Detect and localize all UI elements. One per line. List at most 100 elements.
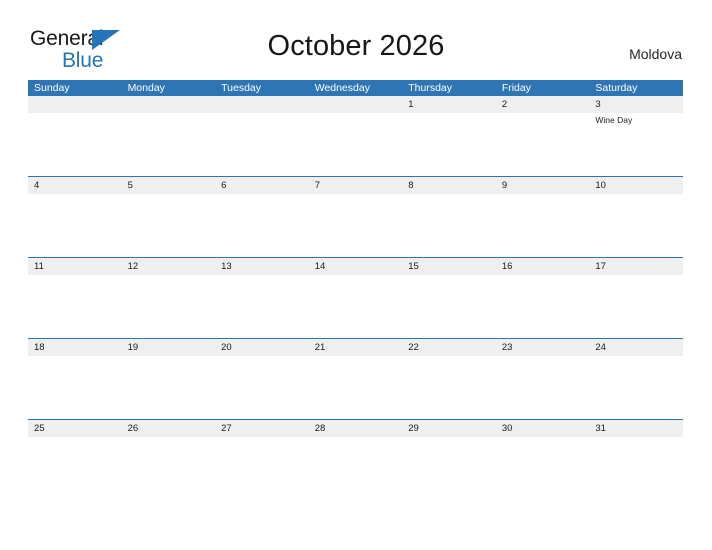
weekday-header-tuesday: Tuesday <box>221 82 262 94</box>
week-daynumber-band: 1 2 3 <box>28 96 683 113</box>
day-cell[interactable]: 31 <box>589 420 683 437</box>
day-events <box>122 356 216 418</box>
day-cell[interactable]: 13 <box>215 258 309 275</box>
week-events-band: Wine Day <box>28 113 683 175</box>
day-number: 9 <box>501 180 508 191</box>
day-cell[interactable]: 7 <box>309 177 403 194</box>
day-events <box>496 437 590 499</box>
day-cell[interactable] <box>309 96 403 113</box>
day-events <box>122 275 216 337</box>
week-daynumber-band: 25 26 27 28 29 30 31 <box>28 420 683 437</box>
day-cell[interactable]: 28 <box>309 420 403 437</box>
day-number: 15 <box>408 261 419 272</box>
day-number: 20 <box>221 342 232 353</box>
day-number: 7 <box>314 180 320 191</box>
day-cell[interactable]: 20 <box>215 339 309 356</box>
day-events <box>122 437 216 499</box>
day-cell[interactable]: 16 <box>496 258 590 275</box>
weekday-header-sunday: Sunday <box>34 82 70 94</box>
day-cell[interactable]: 10 <box>589 177 683 194</box>
day-number: 22 <box>408 342 419 353</box>
weekday-header-saturday: Saturday <box>595 82 638 94</box>
day-number: 4 <box>34 180 40 191</box>
day-cell[interactable]: 11 <box>28 258 122 275</box>
day-events <box>215 437 309 499</box>
weekday-header-row: Sunday Monday Tuesday Wednesday Thursday… <box>28 80 683 96</box>
weekday-header-friday: Friday <box>501 82 531 94</box>
day-number: 6 <box>221 180 227 191</box>
week-row: 11 12 13 14 15 16 17 <box>28 258 683 339</box>
week-row: 18 19 20 21 22 23 24 <box>28 339 683 420</box>
weekday-header-wednesday: Wednesday <box>314 82 370 94</box>
day-cell[interactable]: 6 <box>215 177 309 194</box>
day-cell[interactable]: 1 <box>402 96 496 113</box>
day-events <box>309 113 403 175</box>
day-number: 28 <box>314 423 326 434</box>
day-cell[interactable]: 5 <box>122 177 216 194</box>
week-events-band <box>28 275 683 337</box>
day-number: 13 <box>221 261 232 272</box>
day-cell[interactable]: 17 <box>589 258 683 275</box>
day-events <box>28 194 122 256</box>
day-cell[interactable]: 30 <box>496 420 590 437</box>
day-cell[interactable]: 14 <box>309 258 403 275</box>
day-cell[interactable]: 15 <box>402 258 496 275</box>
day-cell[interactable]: 9 <box>496 177 590 194</box>
day-events <box>402 437 496 499</box>
day-cell[interactable]: 26 <box>122 420 216 437</box>
day-number: 27 <box>221 423 232 434</box>
day-cell[interactable]: 21 <box>309 339 403 356</box>
day-cell[interactable]: 29 <box>402 420 496 437</box>
weekday-header-monday: Monday <box>127 82 165 94</box>
weekday-header-thursday: Thursday <box>408 82 453 94</box>
day-number: 23 <box>501 342 513 353</box>
day-number: 2 <box>501 99 508 110</box>
day-events <box>122 194 216 256</box>
day-events <box>309 275 403 337</box>
day-cell[interactable]: 23 <box>496 339 590 356</box>
day-number: 5 <box>127 180 133 191</box>
day-events <box>28 356 122 418</box>
day-cell[interactable] <box>28 96 122 113</box>
day-number: 3 <box>595 99 601 110</box>
day-number: 25 <box>34 423 45 434</box>
week-row: 25 26 27 28 29 30 31 <box>28 420 683 501</box>
day-number: 29 <box>408 423 419 434</box>
day-cell[interactable]: 25 <box>28 420 122 437</box>
day-events <box>28 275 122 337</box>
day-cell[interactable]: 12 <box>122 258 216 275</box>
day-events <box>215 356 309 418</box>
day-events <box>402 113 496 175</box>
week-events-band <box>28 194 683 256</box>
week-daynumber-band: 4 5 6 7 8 9 10 <box>28 177 683 194</box>
week-events-band <box>28 437 683 499</box>
day-events <box>215 113 309 175</box>
day-number: 14 <box>314 261 326 272</box>
week-events-band <box>28 356 683 418</box>
day-cell[interactable]: 19 <box>122 339 216 356</box>
day-cell[interactable] <box>122 96 216 113</box>
day-number: 16 <box>501 261 513 272</box>
day-number: 11 <box>34 261 44 272</box>
week-daynumber-band: 11 12 13 14 15 16 17 <box>28 258 683 275</box>
page-title: October 2026 <box>267 30 445 62</box>
day-events <box>496 275 590 337</box>
day-cell[interactable]: 27 <box>215 420 309 437</box>
day-number: 18 <box>34 342 45 353</box>
day-cell[interactable]: 4 <box>28 177 122 194</box>
day-cell[interactable]: 18 <box>28 339 122 356</box>
day-cell[interactable]: 3 <box>589 96 683 113</box>
day-cell[interactable]: 8 <box>402 177 496 194</box>
day-events <box>496 113 590 175</box>
day-cell[interactable]: 22 <box>402 339 496 356</box>
day-cell[interactable] <box>215 96 309 113</box>
day-cell[interactable]: 2 <box>496 96 590 113</box>
day-number: 21 <box>314 342 326 353</box>
day-number: 8 <box>408 180 414 191</box>
day-cell[interactable]: 24 <box>589 339 683 356</box>
day-events <box>122 113 216 175</box>
day-events <box>402 356 496 418</box>
event-label: Wine Day <box>595 115 633 125</box>
day-number: 26 <box>127 423 139 434</box>
day-number: 1 <box>408 99 414 110</box>
